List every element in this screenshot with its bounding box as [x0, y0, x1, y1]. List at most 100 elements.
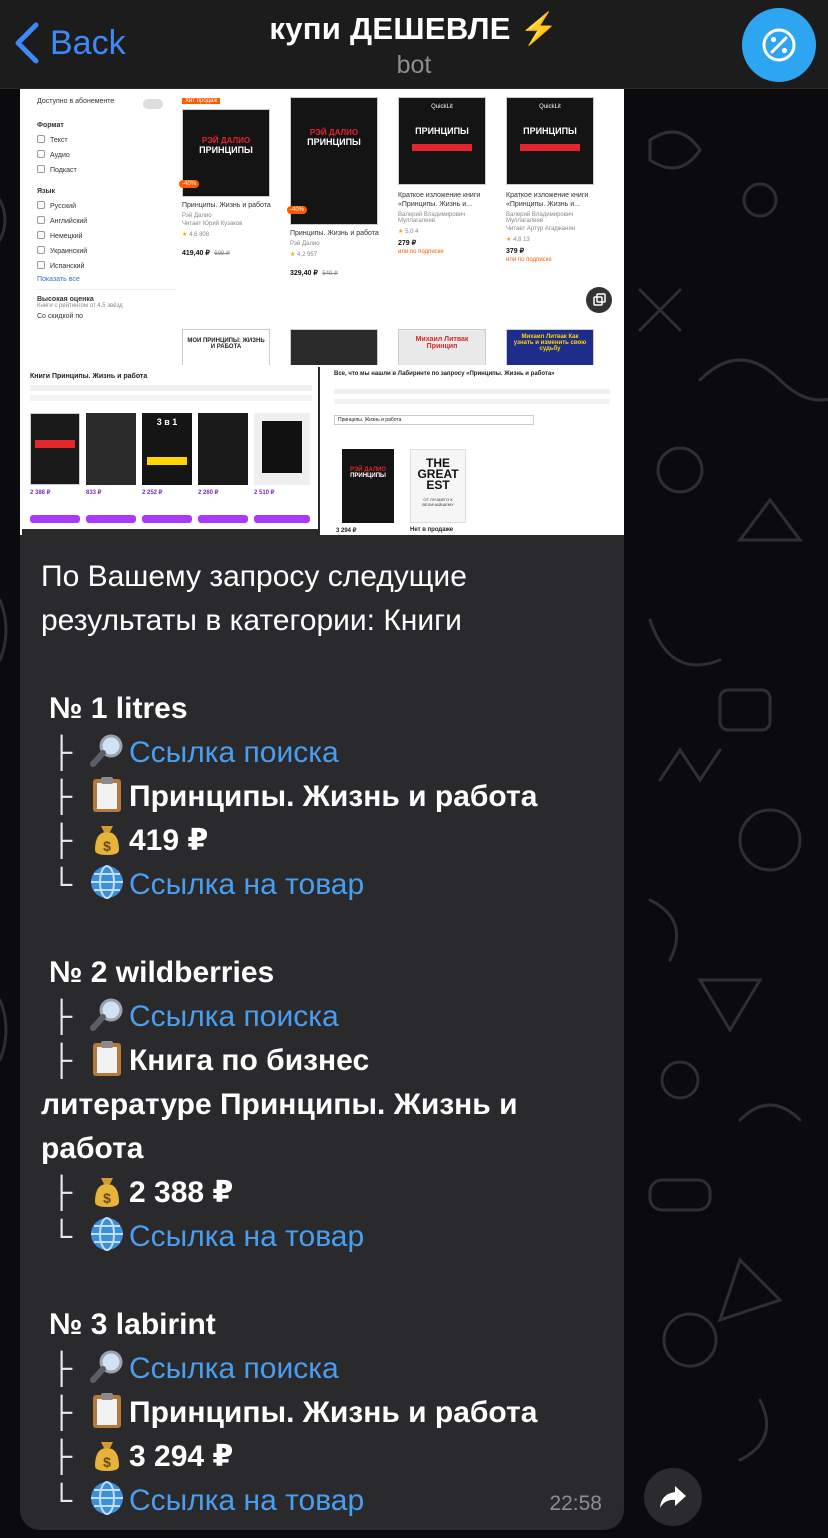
back-label: Back	[50, 23, 126, 62]
cover-title: МОИ ПРИНЦИПЫ: ЖИЗНЬ И РАБОТА	[187, 338, 265, 350]
wb-price: 2 252 ₽	[142, 490, 163, 496]
book-author: Валерий Владимирович Муллагалеев	[506, 212, 574, 224]
cover-author: РЭЙ ДАЛИО	[309, 128, 359, 137]
cover-author: QuickLit	[431, 104, 453, 110]
bot-avatar[interactable]	[742, 8, 816, 82]
book-reader: Читает Артур Агаджанян	[506, 226, 576, 232]
magnifier-icon	[90, 734, 123, 767]
book-cover: РЭЙ ДАЛИО ПРИНЦИПЫ -40%	[179, 109, 270, 197]
product-price: 2 388 ₽	[129, 1176, 234, 1209]
search-link[interactable]: Ссылка поиска	[129, 736, 339, 769]
lab-out-of-stock: Нет в продаже	[410, 527, 454, 533]
globe-icon	[91, 1481, 123, 1515]
labirint-screenshot[interactable]: Все, что мы нашли в Лабиринте по запросу…	[322, 367, 622, 535]
book-price: 279 ₽	[398, 240, 417, 247]
book-card: Хит продаж РЭЙ ДАЛИО ПРИНЦИПЫ -40% Принц…	[179, 89, 282, 260]
clipboard-icon	[93, 777, 121, 812]
cover-title: ПРИНЦИПЫ	[415, 126, 469, 136]
book-votes: 957	[307, 252, 318, 258]
svg-text:$: $	[103, 1190, 111, 1206]
filter-available: Доступно в абонементе	[37, 98, 115, 105]
book-rating: 4,6	[189, 232, 198, 238]
book-cover	[290, 329, 378, 365]
search-link[interactable]: Ссылка поиска	[129, 1000, 339, 1033]
copy-icon	[586, 287, 612, 313]
filter-discount: Со скидкой по	[37, 313, 84, 320]
lab-price: 3 294 ₽	[336, 528, 357, 534]
svg-text:$: $	[103, 838, 111, 854]
filter-lang-heading: Язык	[37, 188, 55, 195]
book-author: Валерий Владимирович Муллагалеев	[398, 212, 466, 224]
filter-high-rating-sub: Книги с рейтингом от 4.5 звёзд	[37, 303, 123, 309]
filter-show-all: Показать все	[37, 276, 80, 283]
search-link[interactable]: Ссылка поиска	[129, 1352, 339, 1385]
percent-icon	[762, 28, 796, 62]
product-title: Принципы. Жизнь и работа	[129, 780, 538, 813]
message-text: По Вашему запросу следущие результаты в …	[41, 555, 611, 1523]
book-title: Краткое изложение книги «Принципы. Жизнь…	[398, 192, 481, 208]
magnifier-icon	[90, 998, 123, 1031]
result-heading: № 1 litres	[49, 692, 188, 725]
wb-price: 833 ₽	[86, 490, 102, 496]
book-rating: 4,8	[513, 237, 522, 243]
product-link[interactable]: Ссылка на товар	[129, 868, 364, 901]
book-subscription: или по подписке	[398, 249, 444, 255]
share-button[interactable]	[644, 1468, 702, 1526]
book-votes: 4	[415, 229, 419, 235]
wb-price: 2 260 ₽	[198, 490, 219, 496]
filter-language: Английский	[50, 218, 88, 225]
book-card: QuickLit ПРИНЦИПЫ Краткое изложение книг…	[398, 97, 498, 255]
result-heading: № 2 wildberries	[49, 956, 275, 989]
product-link[interactable]: Ссылка на товар	[129, 1220, 364, 1253]
book-price: 379 ₽	[506, 248, 525, 255]
wb-heading: Книги Принципы. Жизнь и работа	[30, 373, 148, 380]
clipboard-icon	[93, 1041, 121, 1076]
chat-title-block[interactable]: купи ДЕШЕВЛЕ ⚡️ bot	[200, 10, 628, 80]
photo-album: Доступно в абонементе Формат Текст Аудио…	[20, 89, 624, 535]
message-time: 22:58	[549, 1492, 602, 1515]
money-bag-icon: $	[95, 826, 119, 855]
book-author: Рэй Далио	[182, 213, 212, 219]
book-cover: РЭЙ ДАЛИО ПРИНЦИПЫ -40%	[287, 97, 378, 225]
product-title: Книга по бизнес	[129, 1044, 370, 1077]
chat-title: купи ДЕШЕВЛЕ ⚡️	[269, 11, 559, 46]
book-author: Рэй Далио	[290, 241, 320, 247]
message-bubble: Доступно в абонементе Формат Текст Аудио…	[20, 89, 624, 1530]
product-title-continued: литературе Принципы. Жизнь и работа	[41, 1088, 518, 1165]
lab-book2-title: THE GREAT EST	[417, 456, 459, 492]
book-cover: Михаил Литвак Как узнать и изменить свою…	[506, 329, 594, 365]
chevron-left-icon	[15, 22, 39, 64]
book-cover: Михаил Литвак Принцип	[398, 329, 486, 365]
book-votes: 808	[199, 232, 210, 238]
litres-screenshot[interactable]: Доступно в абонементе Формат Текст Аудио…	[22, 89, 622, 365]
book-rating: 4,2	[297, 252, 306, 258]
globe-icon	[91, 1217, 123, 1251]
book-cover: QuickLit ПРИНЦИПЫ	[506, 97, 594, 185]
lab-heading: Все, что мы нашли в Лабиринте по запросу…	[334, 371, 555, 377]
discount-badge: -40%	[287, 206, 308, 214]
chat-header: Back купи ДЕШЕВЛЕ ⚡️ bot	[0, 0, 828, 89]
product-price: 3 294 ₽	[129, 1440, 234, 1473]
book-cover: МОИ ПРИНЦИПЫ: ЖИЗНЬ И РАБОТА	[182, 329, 270, 365]
cover-author: QuickLit	[539, 104, 561, 110]
book-old-price: 549 ₽	[322, 271, 338, 277]
book-title: Принципы. Жизнь и работа	[182, 202, 271, 209]
product-link[interactable]: Ссылка на товар	[129, 1484, 364, 1517]
book-reader: Читает Юрий Кузаков	[182, 221, 243, 227]
cover-title: ПРИНЦИПЫ	[523, 126, 577, 136]
book-price: 419,40 ₽	[182, 250, 210, 257]
cover-author: РЭЙ ДАЛИО	[201, 136, 251, 145]
book-price: 329,40 ₽	[290, 270, 318, 277]
wildberries-screenshot[interactable]: Книги Принципы. Жизнь и работа 3 в 1 2 3…	[22, 367, 320, 535]
filter-language: Немецкий	[50, 233, 83, 240]
filter-format: Подкаст	[50, 167, 77, 174]
cover-title: ПРИНЦИПЫ	[199, 145, 253, 155]
magnifier-icon	[90, 1350, 123, 1383]
intro-text: По Вашему запросу следущие результаты в …	[41, 560, 467, 637]
book-old-price: 699 ₽	[214, 251, 230, 257]
wb-cover-badge: 3 в 1	[156, 417, 178, 427]
wb-price: 2 388 ₽	[30, 490, 51, 496]
discount-badge: -40%	[179, 180, 200, 188]
product-title: Принципы. Жизнь и работа	[129, 1396, 538, 1429]
back-button[interactable]: Back	[14, 22, 126, 64]
